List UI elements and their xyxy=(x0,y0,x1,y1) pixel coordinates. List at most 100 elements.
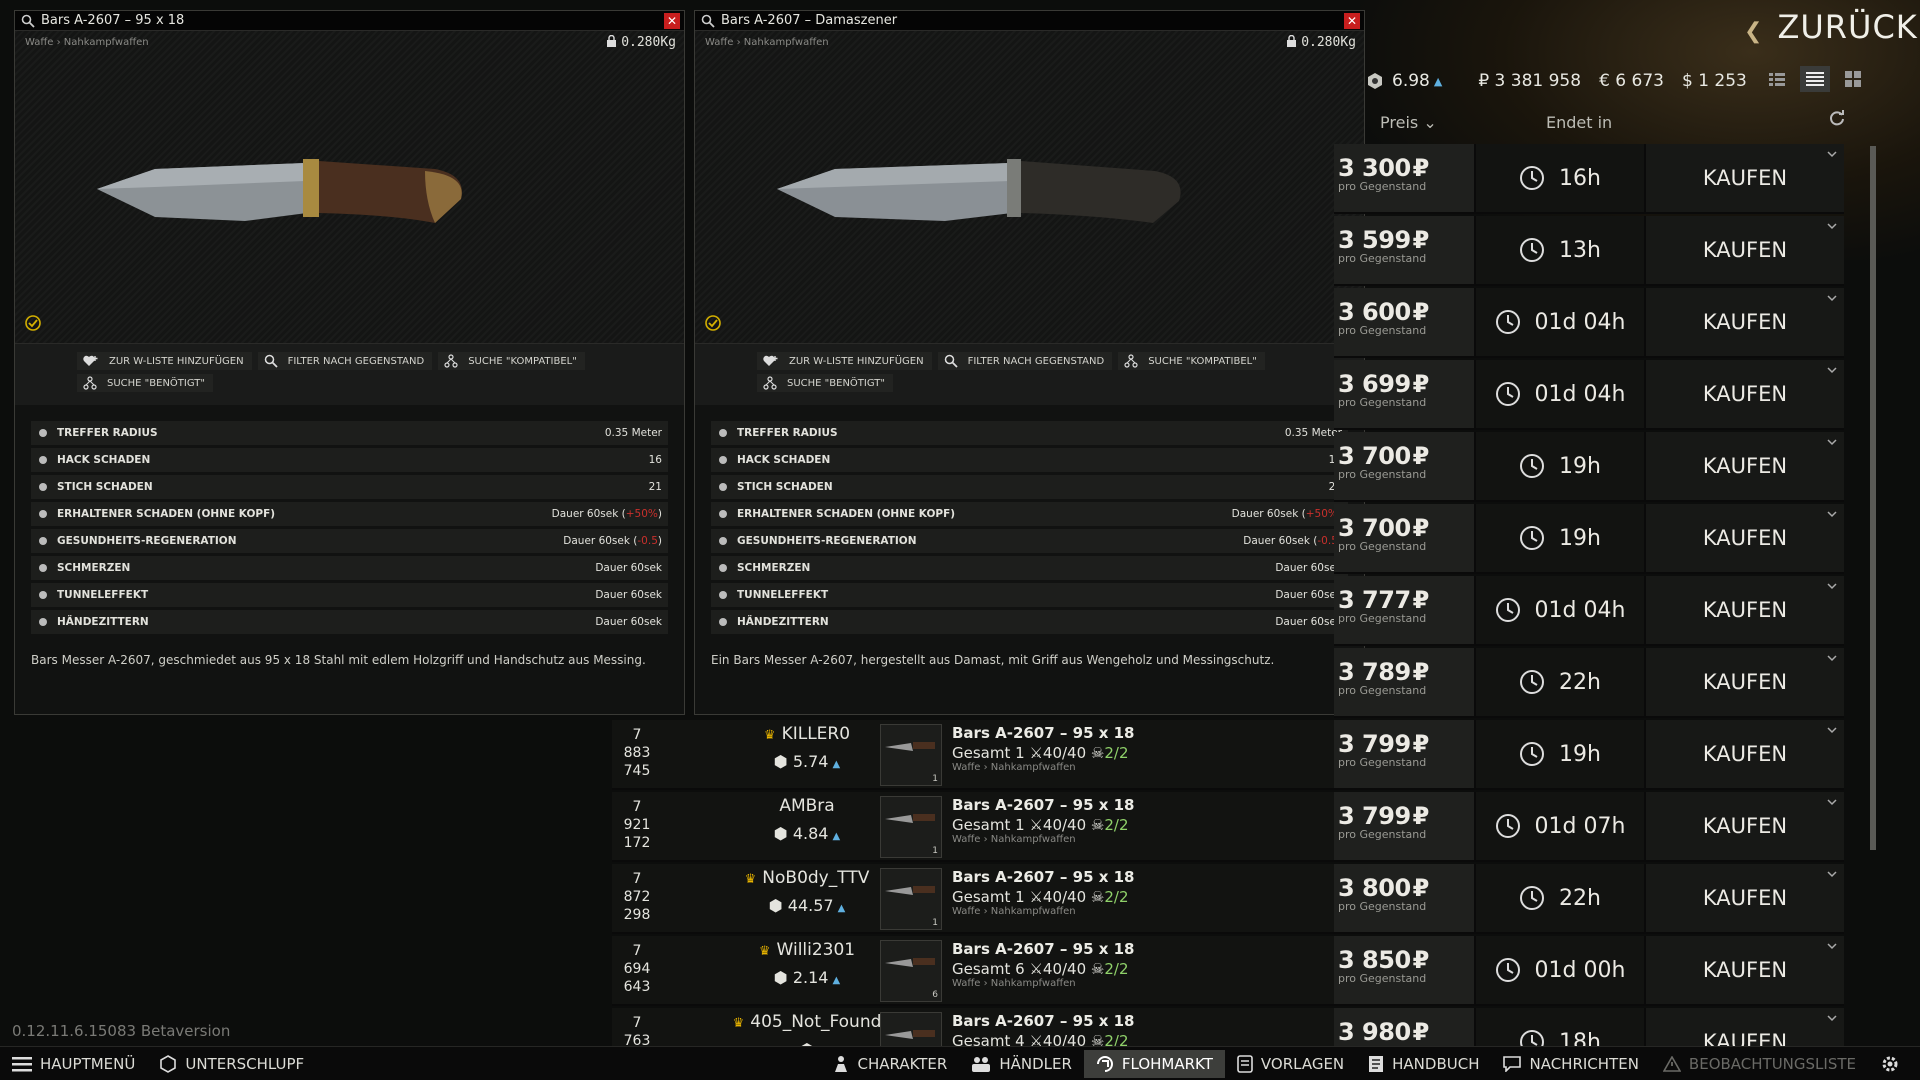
stat-row: GESUNDHEITS-REGENERATION Dauer 60sek (-0.… xyxy=(31,529,668,553)
buy-button[interactable]: KAUFEN xyxy=(1644,720,1844,790)
chevron-down-icon[interactable] xyxy=(1826,796,1838,808)
stat-name: HACK SCHADEN xyxy=(57,454,151,466)
buy-button[interactable]: KAUFEN xyxy=(1644,504,1844,574)
search-icon xyxy=(21,14,35,28)
nav-flea-market[interactable]: FLOHMARKT xyxy=(1083,1049,1225,1078)
ends-in-header[interactable]: Endet in xyxy=(1546,113,1612,132)
offer-row[interactable]: 7 872 298 ♛ NoB0dy_TTV ⬢ 44.57 ▲ 1 Bars A-2607 –… xyxy=(612,864,1868,934)
templates-icon xyxy=(1237,1054,1253,1073)
buy-button[interactable]: KAUFEN xyxy=(1644,864,1844,934)
offer-row[interactable]: 3 300₽ pro Gegenstand 16h KAUFEN xyxy=(612,144,1868,214)
chevron-down-icon[interactable] xyxy=(1826,580,1838,592)
ruble-icon: ₽ xyxy=(1412,514,1430,542)
offer-row[interactable]: 3 600₽ pro Gegenstand 01d 04h KAUFEN xyxy=(612,288,1868,358)
ruble-icon: ₽ xyxy=(1412,874,1430,902)
offer-row[interactable]: 3 699₽ pro Gegenstand 01d 04h KAUFEN xyxy=(612,360,1868,430)
compact-view-button[interactable] xyxy=(1762,66,1792,92)
add-to-wishlist-button[interactable]: ZUR W-LISTE HINZUFÜGEN xyxy=(77,352,252,370)
settings-button[interactable] xyxy=(1868,1050,1920,1078)
search-compatible-button[interactable]: SUCHE "KOMPATIBEL" xyxy=(438,352,585,370)
item-window-left[interactable]: Bars A-2607 – 95 x 18 ✕ Waffe › Nahkampf… xyxy=(14,10,685,715)
offer-row[interactable]: 3 789₽ pro Gegenstand 22h KAUFEN xyxy=(612,648,1868,718)
time-cell: 01d 04h xyxy=(1474,288,1644,358)
scrollbar[interactable] xyxy=(1870,146,1876,850)
stat-name: SCHMERZEN xyxy=(57,562,131,574)
item-thumbnail[interactable]: 1 xyxy=(880,796,942,858)
offer-row[interactable]: 3 599₽ pro Gegenstand 13h KAUFEN xyxy=(612,216,1868,286)
close-button[interactable]: ✕ xyxy=(664,12,680,29)
offer-price: 3 599₽ xyxy=(1338,226,1429,254)
breadcrumb: Waffe › Nahkampfwaffen xyxy=(705,37,829,48)
chevron-down-icon[interactable] xyxy=(1826,220,1838,232)
offer-row[interactable]: 3 777₽ pro Gegenstand 01d 04h KAUFEN xyxy=(612,576,1868,646)
refresh-icon[interactable] xyxy=(1828,110,1846,128)
grid-view-button[interactable] xyxy=(1838,66,1868,92)
seller-rating: ⬢ 44.57 ▲ xyxy=(768,896,846,915)
offer-row[interactable]: 3 700₽ pro Gegenstand 19h KAUFEN xyxy=(612,432,1868,502)
back-arrow-icon: ❮ xyxy=(1744,19,1764,44)
nav-character[interactable]: CHARAKTER xyxy=(821,1050,959,1078)
item-name: Bars A-2607 – 95 x 18 xyxy=(952,940,1135,958)
buy-button[interactable]: KAUFEN xyxy=(1644,576,1844,646)
chevron-down-icon[interactable] xyxy=(1826,724,1838,736)
seller-name[interactable]: ♛ NoB0dy_TTV xyxy=(722,868,892,888)
buy-button[interactable]: KAUFEN xyxy=(1644,288,1844,358)
chevron-down-icon: ⌄ xyxy=(1423,113,1437,132)
seller-cell xyxy=(612,648,1334,718)
chevron-down-icon[interactable] xyxy=(1826,292,1838,304)
seller-name[interactable]: AMBra xyxy=(722,796,892,816)
buy-button[interactable]: KAUFEN xyxy=(1644,144,1844,214)
time-cell: 19h xyxy=(1474,432,1644,502)
buy-button[interactable]: KAUFEN xyxy=(1644,648,1844,718)
nav-messages[interactable]: NACHRICHTEN xyxy=(1491,1050,1650,1078)
crown-icon: ♛ xyxy=(763,728,776,743)
list-view-button[interactable] xyxy=(1800,66,1830,92)
filter-by-item-button[interactable]: FILTER NACH GEGENSTAND xyxy=(257,352,433,370)
buy-button[interactable]: KAUFEN xyxy=(1644,936,1844,1006)
chevron-down-icon[interactable] xyxy=(1826,436,1838,448)
item-thumbnail[interactable]: 1 xyxy=(880,724,942,786)
price-cell: 3 799₽ pro Gegenstand xyxy=(1334,720,1474,790)
time-remaining: 22h xyxy=(1559,885,1601,911)
chevron-down-icon[interactable] xyxy=(1826,364,1838,376)
offer-row[interactable]: 7 883 745 ♛ KILLER0 ⬢ 5.74 ▲ 1 Bars A-2607 – 95 … xyxy=(612,720,1868,790)
buy-button[interactable]: KAUFEN xyxy=(1644,216,1844,286)
item-thumbnail[interactable]: 6 xyxy=(880,940,942,1002)
window-titlebar[interactable]: Bars A-2607 – 95 x 18 ✕ xyxy=(15,11,684,31)
chevron-down-icon[interactable] xyxy=(1826,148,1838,160)
nav-traders[interactable]: HÄNDLER xyxy=(959,1050,1084,1078)
rating-up-icon: ▲ xyxy=(837,903,846,914)
time-remaining: 01d 04h xyxy=(1534,309,1626,335)
seller-name[interactable]: ♛ 405_Not_Found xyxy=(722,1012,892,1032)
seller-name[interactable]: ♛ KILLER0 xyxy=(722,724,892,744)
chevron-down-icon[interactable] xyxy=(1826,940,1838,952)
back-button[interactable]: ❮ ZURÜCK xyxy=(1744,8,1918,46)
offer-row[interactable]: 7 694 643 ♛ Willi2301 ⬢ 2.14 ▲ 6 Bars A-2607 – 9… xyxy=(612,936,1868,1006)
nav-hideout[interactable]: UNTERSCHLUPF xyxy=(147,1050,316,1078)
buy-button[interactable]: KAUFEN xyxy=(1644,792,1844,862)
item-total: Gesamt 6 ⚔40/40 ☠2/2 xyxy=(952,960,1129,978)
close-button[interactable]: ✕ xyxy=(1344,12,1360,29)
chevron-down-icon[interactable] xyxy=(1826,1012,1838,1024)
item-category: Waffe › Nahkampfwaffen xyxy=(952,762,1076,773)
nav-templates[interactable]: VORLAGEN xyxy=(1225,1050,1356,1078)
nav-main-menu[interactable]: HAUPTMENÜ xyxy=(0,1050,147,1078)
item-thumbnail[interactable]: 1 xyxy=(880,868,942,930)
search-required-button[interactable]: SUCHE "BENÖTIGT" xyxy=(77,374,213,392)
sort-price-header[interactable]: Preis ⌄ xyxy=(1380,113,1437,132)
chevron-down-icon[interactable] xyxy=(1826,652,1838,664)
buy-button[interactable]: KAUFEN xyxy=(1644,360,1844,430)
buy-button[interactable]: KAUFEN xyxy=(1644,432,1844,502)
window-titlebar[interactable]: Bars A-2607 – Damaszener ✕ xyxy=(695,11,1364,31)
chevron-down-icon[interactable] xyxy=(1826,508,1838,520)
offer-row[interactable]: 7 921 172 AMBra ⬢ 4.84 ▲ 1 Bars A-2607 – 95 x 1… xyxy=(612,792,1868,862)
chevron-down-icon[interactable] xyxy=(1826,868,1838,880)
offer-row[interactable]: 3 700₽ pro Gegenstand 19h KAUFEN xyxy=(612,504,1868,574)
seller-rating: ⬢ 2.14 ▲ xyxy=(773,968,841,987)
nav-watchlist[interactable]: BEOBACHTUNGSLISTE xyxy=(1651,1050,1868,1078)
hideout-icon xyxy=(160,1054,177,1073)
clock-icon xyxy=(1520,454,1545,478)
character-icon xyxy=(835,1055,848,1072)
nav-handbook[interactable]: HANDBUCH xyxy=(1356,1050,1491,1078)
seller-name[interactable]: ♛ Willi2301 xyxy=(722,940,892,960)
